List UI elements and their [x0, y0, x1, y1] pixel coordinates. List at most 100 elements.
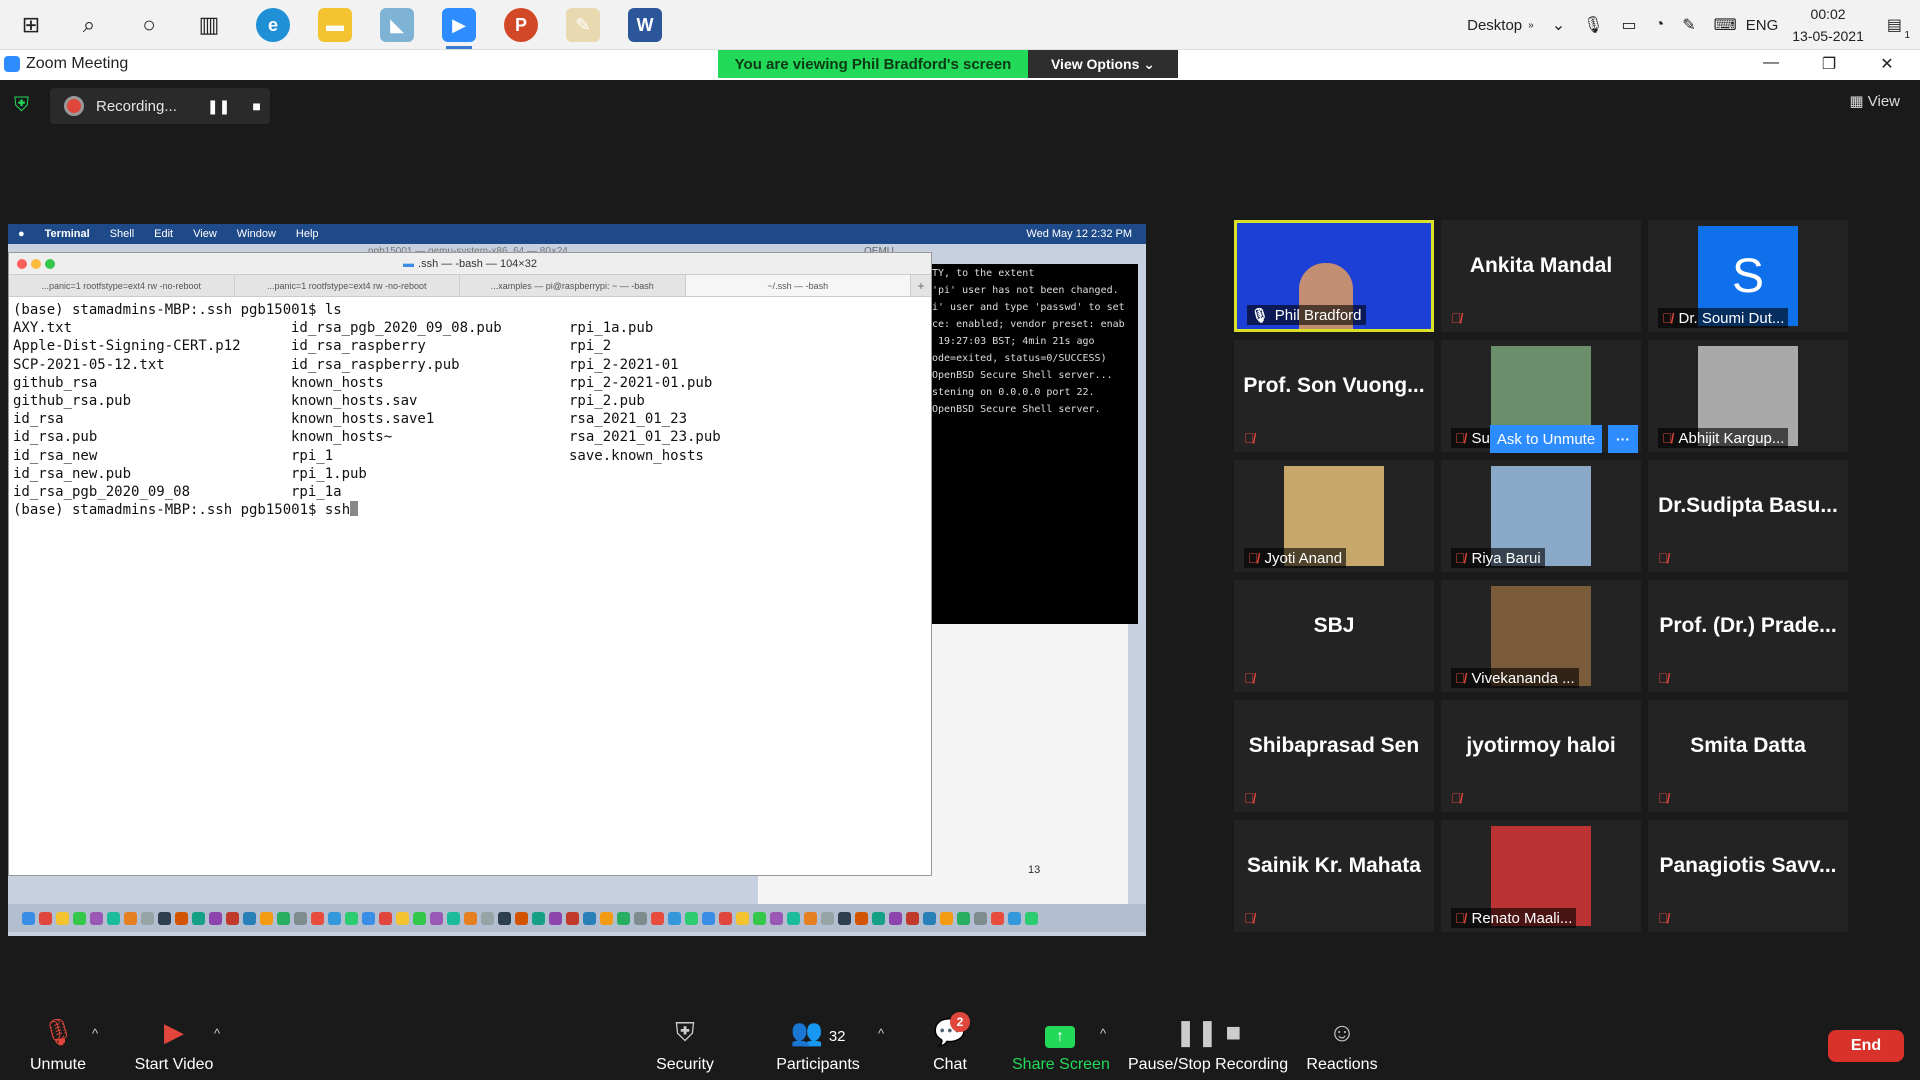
dock-app-icon [379, 911, 392, 925]
tray-desktop-label[interactable]: Desktop [1467, 17, 1522, 34]
terminal-tab: ...panic=1 rootfstype=ext4 rw -no-reboot [9, 275, 235, 296]
chevron-down-icon[interactable]: ⌄ [1552, 15, 1565, 35]
participant-tile[interactable]: Panagiotis Savv... 🎙̸ [1648, 820, 1848, 932]
meeting-area: ⛨ Recording... ❚❚ ■ ▦ View ● Terminal Sh… [0, 80, 1920, 1066]
paint-icon[interactable]: ✎ [566, 8, 600, 42]
video-options-caret-icon[interactable]: ^ [214, 1026, 220, 1041]
participant-tile[interactable]: Prof. Son Vuong... 🎙̸ [1234, 340, 1434, 452]
pen-icon[interactable]: ✎ [1682, 15, 1695, 35]
ask-to-unmute-button[interactable]: Ask to Unmute [1490, 425, 1602, 453]
qemu-line: 19:27:03 BST; 4min 21s ago [932, 336, 1095, 347]
dock-app-icon [770, 911, 783, 925]
language-indicator[interactable]: ENG [1746, 17, 1779, 34]
view-button[interactable]: ▦ View [1849, 92, 1900, 110]
participant-tile[interactable]: S 🎙̸ Dr. Soumi Dut... [1648, 220, 1848, 332]
security-shield-icon[interactable]: ⛨ [14, 94, 34, 116]
security-label: Security [656, 1056, 714, 1073]
ls-row: SCP-2021-05-12.txt id_rsa_raspberry.pub rp… [13, 356, 927, 374]
unmute-button[interactable]: 🎙 Unmute [28, 1016, 88, 1074]
apple-icon: ● [18, 228, 25, 240]
dock-app-icon [957, 911, 970, 925]
dock-app-icon [192, 911, 205, 925]
ls-file-name: rpi_2-2021-01.pub [569, 374, 713, 391]
participant-tile[interactable]: 🎙̸ Jyoti Anand [1234, 460, 1434, 572]
participants-button[interactable]: 👥 32 Participants [774, 1016, 862, 1074]
more-options-button[interactable]: ··· [1608, 425, 1638, 453]
active-speaker-tile[interactable]: 🎙 Phil Bradford [1234, 220, 1434, 332]
participant-name: Smita Datta [1690, 734, 1806, 757]
keyboard-icon[interactable]: ⌨ [1714, 15, 1737, 35]
task-view-icon[interactable]: ▥ [194, 10, 224, 40]
dock-app-icon [600, 911, 613, 925]
add-tab-icon: + [917, 278, 925, 293]
pause-stop-recording-button[interactable]: ❚❚ ■ Pause/Stop Recording [1128, 1016, 1288, 1074]
participant-tile[interactable]: 🎙̸ Riya Barui [1441, 460, 1641, 572]
participant-tile[interactable]: 🎙̸ Renato Maali... [1441, 820, 1641, 932]
ls-row: id_rsa known_hosts.save1 rsa_2021_01_23 [13, 410, 927, 428]
participant-tile[interactable]: SBJ 🎙̸ [1234, 580, 1434, 692]
participant-label: 🎙̸ Renato Maali... [1451, 908, 1577, 928]
restore-icon[interactable]: ❐ [1814, 54, 1844, 74]
wifi-icon[interactable]: ◔ [1655, 16, 1665, 34]
participant-tile[interactable]: 🎙̸ Abhijit Kargup... [1648, 340, 1848, 452]
security-shield-icon: ⛨ [675, 1017, 695, 1047]
microphone-icon: 🎙 [1251, 306, 1269, 323]
dock-app-icon [821, 911, 834, 925]
dock-app-icon [107, 911, 120, 925]
clock[interactable]: 00:02 13-05-2021 [1792, 3, 1864, 47]
word-icon[interactable]: W [628, 8, 662, 42]
tray-expand-icon[interactable]: » [1528, 20, 1534, 31]
end-meeting-button[interactable]: End [1828, 1030, 1904, 1062]
battery-icon[interactable]: ▭ [1621, 15, 1636, 35]
participant-tile[interactable]: Ankita Mandal 🎙̸ [1441, 220, 1641, 332]
windows-start-icon[interactable]: ⊞ [16, 10, 46, 40]
search-icon[interactable]: ⌕ [74, 10, 104, 40]
participant-tile[interactable]: Shibaprasad Sen 🎙̸ [1234, 700, 1434, 812]
share-screen-button[interactable]: ↑ Share Screen [1012, 1016, 1110, 1074]
chat-button[interactable]: 💬 2 Chat [924, 1012, 976, 1074]
dock-app-icon [702, 911, 715, 925]
ls-file-name: AXY.txt [13, 320, 73, 337]
dock-app-icon [855, 911, 868, 925]
participant-name: Sainik Kr. Mahata [1247, 854, 1421, 877]
reactions-button[interactable]: ☺ Reactions [1306, 1016, 1378, 1074]
participant-tile[interactable]: Sainik Kr. Mahata 🎙̸ [1234, 820, 1434, 932]
dock-app-icon [39, 911, 52, 925]
powerpoint-icon[interactable]: P [504, 8, 538, 42]
participant-tile[interactable]: jyotirmoy haloi 🎙̸ [1441, 700, 1641, 812]
notification-icon[interactable]: ▤ 1 [1887, 15, 1910, 41]
terminal-output: (base) stamadmins-MBP:.ssh pgb15001$ ls … [9, 297, 931, 523]
terminal-cursor [350, 501, 359, 517]
dock-app-icon [906, 911, 919, 925]
ls-file-name: Apple-Dist-Signing-CERT.p12 [13, 338, 241, 355]
app-icon-generic[interactable]: ◣ [380, 8, 414, 42]
participant-label: 🎙̸ Jyoti Anand [1244, 548, 1347, 568]
participant-tile[interactable]: Smita Datta 🎙̸ [1648, 700, 1848, 812]
participant-tile[interactable]: 🎙̸ Vivekananda ... [1441, 580, 1641, 692]
participant-name: Panagiotis Savv... [1659, 854, 1837, 877]
participants-caret-icon[interactable]: ^ [878, 1026, 884, 1041]
security-button[interactable]: ⛨ Security [650, 1016, 720, 1074]
participant-tile[interactable]: Prof. (Dr.) Prade... 🎙̸ [1648, 580, 1848, 692]
minimize-icon[interactable]: — [1756, 54, 1786, 72]
ls-file-name: rpi_1a.pub [569, 320, 654, 337]
share-options-caret-icon[interactable]: ^ [1100, 1026, 1106, 1041]
terminal-tabs: ...panic=1 rootfstype=ext4 rw -no-reboot… [9, 275, 931, 297]
stop-recording-icon[interactable]: ■ [252, 98, 260, 114]
zoom-taskbar-icon[interactable]: ▶ [442, 8, 476, 49]
start-video-button[interactable]: ▶ Start Video [132, 1016, 216, 1074]
participant-tile[interactable]: Dr.Sudipta Basu... 🎙̸ [1648, 460, 1848, 572]
microphone-icon[interactable]: 🎙 [1583, 15, 1603, 35]
muted-microphone-icon: 🎙̸ [1451, 310, 1462, 326]
dock-app-icon [413, 911, 426, 925]
view-options-button[interactable]: View Options ⌄ [1028, 50, 1178, 78]
dock-app-icon [923, 911, 936, 925]
close-icon[interactable]: ✕ [1872, 54, 1902, 74]
dock-app-icon [787, 911, 800, 925]
terminal-tab-active: ~/.ssh — -bash [685, 275, 911, 296]
edge-icon[interactable]: e [256, 8, 290, 42]
audio-options-caret-icon[interactable]: ^ [92, 1026, 98, 1041]
pause-recording-icon[interactable]: ❚❚ [207, 98, 230, 115]
file-explorer-icon[interactable]: ▬ [318, 8, 352, 42]
cortana-icon[interactable]: ○ [134, 10, 164, 40]
